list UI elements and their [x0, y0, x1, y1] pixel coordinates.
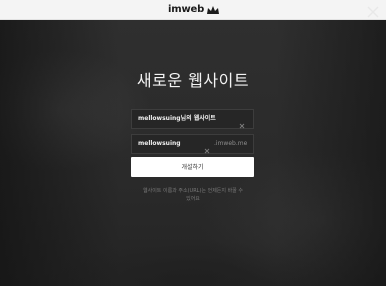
logo-wordmark: imweb	[168, 4, 205, 15]
close-icon	[367, 6, 379, 18]
header-left-icon[interactable]	[4, 4, 14, 19]
helper-text-line-2: 있어요	[186, 196, 200, 202]
helper-text: 웹사이트 이름과 주소(URL)는 언제든지 바꿀 수 있어요	[118, 187, 268, 203]
top-header-bar: imweb	[0, 0, 386, 20]
site-name-input[interactable]	[138, 110, 232, 128]
imweb-logo[interactable]: imweb	[168, 3, 220, 16]
backdrop-shadow-right	[276, 20, 386, 286]
close-button[interactable]	[366, 5, 380, 19]
site-name-field[interactable]	[131, 109, 254, 129]
clear-x-icon[interactable]	[203, 140, 211, 154]
domain-suffix: .imweb.me	[214, 140, 248, 147]
modal-title: 새로운 웹사이트	[136, 71, 250, 90]
imweb-crown-icon	[207, 5, 220, 14]
helper-text-line-1: 웹사이트 이름과 주소(URL)는 언제든지 바꿀 수	[143, 188, 243, 194]
create-site-button[interactable]: 개설하기	[131, 157, 254, 177]
site-url-field[interactable]: .imweb.me	[131, 134, 254, 154]
clear-x-icon[interactable]	[238, 115, 246, 129]
site-url-input[interactable]	[138, 135, 200, 153]
backdrop-shadow-left	[0, 20, 120, 286]
